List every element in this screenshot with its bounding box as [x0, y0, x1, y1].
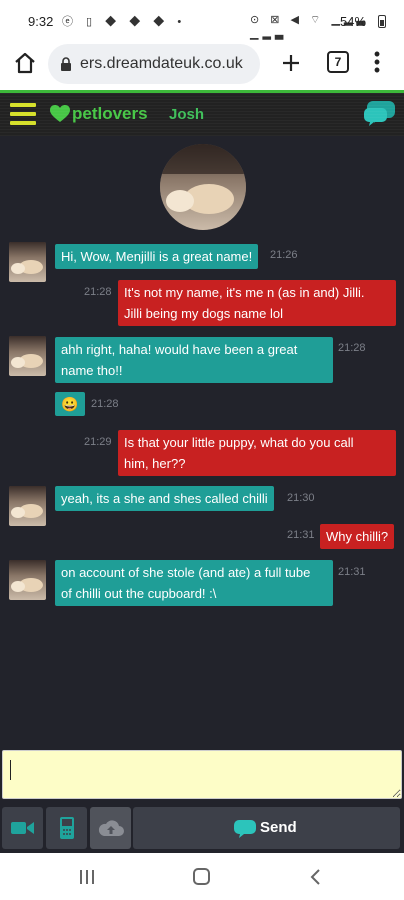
- chat-partner-name[interactable]: Josh: [169, 106, 204, 123]
- brand-logo-text[interactable]: petlovers: [72, 104, 148, 124]
- hamburger-menu-icon[interactable]: [10, 103, 36, 125]
- profile-photo[interactable]: [160, 144, 246, 230]
- message-time: 21:28: [91, 398, 119, 410]
- message-time: 21:29: [84, 436, 112, 448]
- status-bar: 9:32 ⓔ ▯ ◆ ◆ ◆ • ⊙ ⊠ ◀ ⌔ ▁▂▃ ▁▂▃ 54%: [0, 0, 404, 40]
- message-text: It's not my name, it's me n (as in and) …: [124, 285, 365, 300]
- message-text: yeah, its a she and shes called chilli: [61, 491, 268, 506]
- cloud-upload-icon: [98, 820, 124, 836]
- address-bar[interactable]: ers.dreamdateuk.co.uk: [48, 44, 260, 84]
- new-tab-icon[interactable]: [280, 52, 302, 74]
- message-time: 21:31: [287, 529, 315, 541]
- sender-avatar[interactable]: [9, 486, 46, 526]
- home-button-icon[interactable]: [193, 868, 210, 885]
- chat-messages-area[interactable]: Hi, Wow, Menjilli is a great name! 21:26…: [0, 136, 404, 750]
- notification-icons: ⓔ ▯ ◆ ◆ ◆ •: [62, 16, 187, 28]
- message-incoming: yeah, its a she and shes called chilli: [55, 486, 274, 511]
- sender-avatar[interactable]: [9, 242, 46, 282]
- message-text: Hi, Wow, Menjilli is a great name!: [61, 249, 253, 264]
- message-outgoing: Is that your little puppy, what do you c…: [118, 430, 396, 476]
- message-text: Jilli being my dogs name lol: [124, 306, 283, 321]
- browser-toolbar: ers.dreamdateuk.co.uk 7 • • •: [0, 40, 404, 90]
- sender-avatar[interactable]: [9, 336, 46, 376]
- app-header: petlovers Josh: [0, 90, 404, 136]
- message-text: Is that your little puppy, what do you c…: [124, 435, 354, 450]
- message-incoming: ahh right, haha! would have been a great…: [55, 337, 333, 383]
- message-time: 21:30: [287, 492, 315, 504]
- message-time: 21:31: [338, 566, 366, 578]
- chat-bubble-icon[interactable]: [364, 99, 396, 127]
- battery-percent: 54%: [340, 14, 367, 29]
- video-camera-icon: [11, 822, 34, 834]
- text-cursor: [10, 760, 11, 780]
- back-icon[interactable]: [308, 868, 324, 886]
- home-icon[interactable]: [12, 50, 38, 76]
- heart-icon: [50, 105, 70, 122]
- message-input[interactable]: [2, 750, 402, 799]
- tab-switcher-button[interactable]: 7: [327, 51, 349, 73]
- message-incoming-emoji: 😀: [55, 392, 85, 416]
- status-time: 9:32: [28, 14, 54, 29]
- message-outgoing: Why chilli?: [320, 524, 395, 549]
- send-button[interactable]: Send: [133, 807, 400, 849]
- smiley-emoji-icon: 😀: [61, 396, 79, 412]
- message-text: ahh right, haha! would have been a great: [61, 342, 298, 357]
- message-text: on account of she stole (and ate) a full…: [61, 565, 311, 580]
- message-incoming: on account of she stole (and ate) a full…: [55, 560, 333, 606]
- message-text: Why chilli?: [326, 529, 389, 544]
- send-label: Send: [260, 819, 297, 836]
- message-time: 21:28: [84, 286, 112, 298]
- url-text: ers.dreamdateuk.co.uk: [80, 55, 243, 72]
- phone-button[interactable]: [46, 807, 87, 849]
- composer: [0, 750, 404, 803]
- message-incoming: Hi, Wow, Menjilli is a great name!: [55, 244, 259, 269]
- battery-icon: [378, 15, 386, 28]
- lock-icon: [61, 57, 71, 71]
- browser-menu-icon[interactable]: • • •: [372, 45, 382, 79]
- message-text: name tho!!: [61, 363, 123, 378]
- send-chat-icon: [234, 820, 256, 838]
- sender-avatar[interactable]: [9, 560, 46, 600]
- recent-apps-icon[interactable]: [80, 870, 96, 884]
- message-outgoing: It's not my name, it's me n (as in and) …: [118, 280, 396, 326]
- message-time: 21:28: [338, 342, 366, 354]
- composer-toolbar: Send: [0, 803, 404, 853]
- phone-icon: [60, 817, 74, 839]
- system-nav-bar: [0, 853, 404, 900]
- video-call-button[interactable]: [2, 807, 43, 849]
- message-text: of chilli out the cupboard! :\: [61, 586, 217, 601]
- message-text: him, her??: [124, 456, 186, 471]
- message-time: 21:26: [270, 249, 298, 261]
- upload-button[interactable]: [90, 807, 131, 849]
